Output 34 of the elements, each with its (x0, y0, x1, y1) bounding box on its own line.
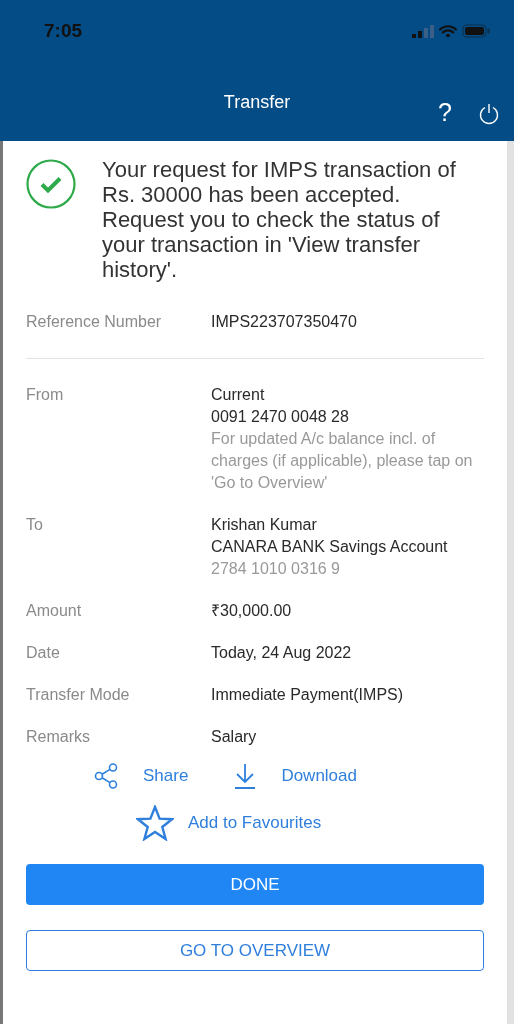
star-icon (136, 805, 174, 841)
help-button[interactable]: ? (438, 98, 452, 127)
field-label: From (26, 385, 65, 405)
field-value: CANARA BANK Savings Account (211, 537, 449, 557)
signal-icon (412, 24, 434, 38)
add-favourites-button[interactable]: Add to Favourites (136, 805, 484, 841)
field-label: Remarks (26, 727, 91, 747)
field-value: Today, 24 Aug 2022 (211, 643, 353, 663)
field-label: Date (26, 643, 61, 663)
download-button[interactable]: Download (234, 763, 357, 789)
done-button[interactable]: DONE (26, 864, 484, 905)
overview-button[interactable]: GO TO OVERVIEW (26, 930, 484, 971)
status-time: 7:05 (44, 20, 83, 42)
field-label: Amount (26, 601, 83, 621)
field-value: 0091 2470 0048 28 (211, 407, 350, 427)
field-label: Transfer Mode (26, 685, 131, 705)
field-label: To (26, 515, 44, 535)
field-note: 2784 1010 0316 9 (211, 559, 341, 579)
share-icon (94, 763, 118, 789)
share-button[interactable]: Share (94, 763, 189, 789)
field-value: ₹30,000.00 (211, 601, 293, 621)
field-value: Immediate Payment(IMPS) (211, 685, 405, 705)
field-value: IMPS223707350470 (211, 312, 358, 332)
power-icon[interactable] (479, 103, 499, 125)
field-value: Salary (211, 727, 258, 747)
wifi-icon (439, 24, 457, 38)
download-icon (234, 763, 257, 789)
field-label: Reference Number (26, 312, 163, 332)
screen-title: Transfer (223, 92, 291, 113)
field-note: For updated A/c balance incl. of charges (if applicable), please tap on 'Go to Overview' (211, 429, 474, 493)
confirmation-message: Your request for IMPS transaction of Rs. 30000 has been accepted. Request you to check the status of your transaction in 'View transfer history'. (102, 157, 457, 282)
battery-icon (462, 24, 490, 38)
field-value: Krishan Kumar (211, 515, 318, 535)
field-value: Current (211, 385, 266, 405)
